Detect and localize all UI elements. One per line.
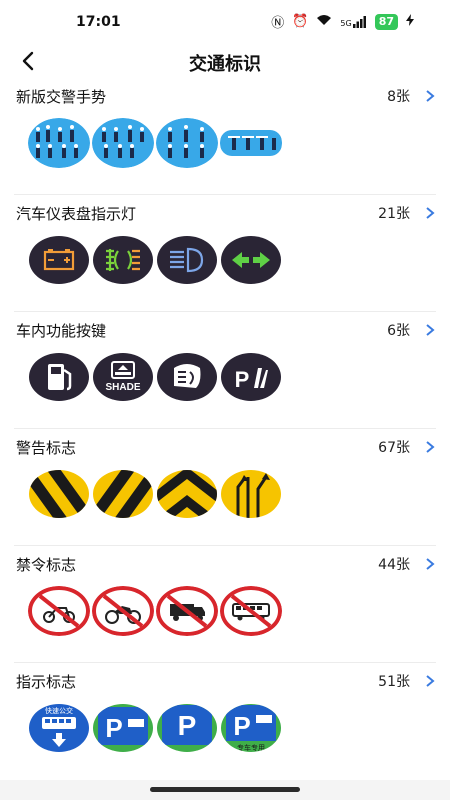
bus-lane-sign-icon[interactable]: 快速公交 <box>28 703 90 753</box>
chevron-right-icon <box>426 90 435 102</box>
section-police-gestures: 新版交警手势 8张 <box>14 78 436 195</box>
fog-light-icon[interactable] <box>92 235 154 285</box>
nav-bar: 交通标识 <box>0 42 450 82</box>
section-count: 51张 <box>378 674 410 690</box>
parking-sign-icon[interactable]: P <box>156 703 218 753</box>
turn-signal-icon[interactable] <box>220 235 282 285</box>
chevron-right-icon <box>426 675 435 687</box>
section-warning-signs: 警告标志 67张 <box>14 429 436 546</box>
chevron-right-icon <box>426 207 435 219</box>
thumbnail-row <box>28 118 282 168</box>
hazard-stripe-sign-icon[interactable] <box>92 469 154 519</box>
section-prohibition-signs: 禁令标志 44张 <box>14 546 436 663</box>
section-count: 21张 <box>378 206 410 222</box>
fuel-pump-icon[interactable] <box>28 352 90 402</box>
no-moped-sign-icon[interactable] <box>92 586 154 636</box>
battery-indicator: 87 <box>374 13 398 30</box>
bus-lane-label: 快速公交 <box>45 706 73 715</box>
battery-warning-icon[interactable] <box>28 235 90 285</box>
section-count: 67张 <box>378 440 410 456</box>
shade-button-icon[interactable]: SHADE <box>92 352 154 402</box>
headlight-icon[interactable] <box>156 235 218 285</box>
bus-only-label: 专车专用 <box>237 743 265 752</box>
section-count: 8张 <box>387 89 410 105</box>
section-header[interactable]: 新版交警手势 8张 <box>16 84 436 108</box>
no-bus-sign-icon[interactable] <box>220 586 282 636</box>
status-bar: 17:01 Ⓝ ⏰ 5G 87 <box>0 0 450 44</box>
section-indication-signs: 指示标志 51张 快速公交 P P P 专车专用 <box>14 663 436 780</box>
section-title: 警告标志 <box>16 438 77 457</box>
section-car-buttons: 车内功能按键 6张 SHADE P <box>14 312 436 429</box>
section-title: 新版交警手势 <box>16 87 107 106</box>
chevron-right-icon <box>426 324 435 336</box>
police-gesture-thumb[interactable] <box>92 118 154 168</box>
section-header[interactable]: 警告标志 67张 <box>16 435 436 459</box>
no-motorbike-sign-icon[interactable] <box>28 586 90 636</box>
lane-merge-sign-icon[interactable] <box>220 469 282 519</box>
thumbnail-row: SHADE P <box>28 352 282 402</box>
section-count: 6张 <box>387 323 410 339</box>
thumbnail-row <box>28 469 282 519</box>
police-gesture-thumb[interactable] <box>220 118 282 168</box>
section-header[interactable]: 汽车仪表盘指示灯 21张 <box>16 201 436 225</box>
chevron-up-sign-icon[interactable] <box>156 469 218 519</box>
windshield-wiper-icon[interactable] <box>156 352 218 402</box>
section-title: 车内功能按键 <box>16 321 107 340</box>
charging-icon <box>406 13 414 30</box>
park-letter: P <box>105 713 122 743</box>
park-letter: P <box>233 711 250 741</box>
shade-label: SHADE <box>105 382 140 393</box>
category-list: 新版交警手势 8张 汽车仪表盘指示灯 21张 车内功能按键 6张 SHADE P… <box>0 78 450 780</box>
section-header[interactable]: 指示标志 51张 <box>16 669 436 693</box>
bus-only-parking-sign-icon[interactable]: P 专车专用 <box>220 703 282 753</box>
section-count: 44张 <box>378 557 410 573</box>
page-title: 交通标识 <box>189 54 261 75</box>
status-icons: Ⓝ ⏰ 5G 87 <box>271 12 414 31</box>
park-letter: P <box>235 367 250 392</box>
thumbnail-row <box>28 235 282 285</box>
home-indicator[interactable] <box>150 787 300 792</box>
alarm-icon: ⏰ <box>292 14 309 29</box>
chevron-right-icon <box>426 441 435 453</box>
section-dashboard-lights: 汽车仪表盘指示灯 21张 <box>14 195 436 312</box>
chevron-right-icon <box>426 558 435 570</box>
hazard-stripe-sign-icon[interactable] <box>28 469 90 519</box>
thumbnail-row: 快速公交 P P P 专车专用 <box>28 703 282 753</box>
nfc-icon: Ⓝ <box>271 16 285 31</box>
police-gesture-thumb[interactable] <box>156 118 218 168</box>
status-time: 17:01 <box>76 14 121 30</box>
police-gesture-thumb[interactable] <box>28 118 90 168</box>
section-header[interactable]: 车内功能按键 6张 <box>16 318 436 342</box>
bus-parking-sign-icon[interactable]: P <box>92 703 154 753</box>
section-header[interactable]: 禁令标志 44张 <box>16 552 436 576</box>
park-letter: P <box>178 710 197 741</box>
no-truck-sign-icon[interactable] <box>156 586 218 636</box>
section-title: 汽车仪表盘指示灯 <box>16 204 137 223</box>
signal-icon: 5G <box>340 15 366 28</box>
network-label: 5G <box>340 18 352 28</box>
section-title: 禁令标志 <box>16 555 77 574</box>
thumbnail-row <box>28 586 282 636</box>
section-title: 指示标志 <box>16 672 77 691</box>
wifi-icon <box>316 14 332 30</box>
park-assist-icon[interactable]: P <box>220 352 282 402</box>
